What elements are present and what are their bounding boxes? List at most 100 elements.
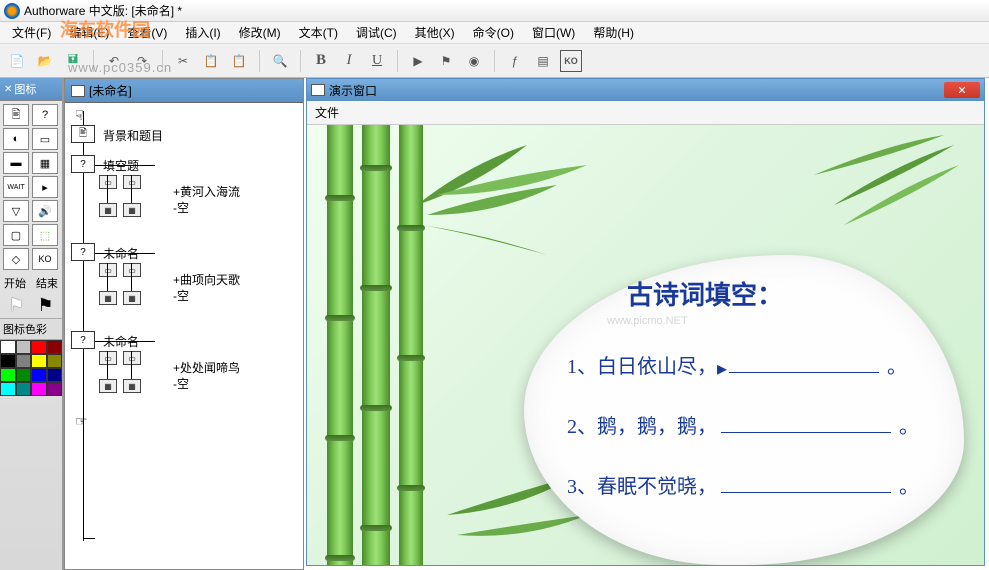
color-olive[interactable] (47, 354, 63, 368)
save-button[interactable]: 🖬 (62, 50, 84, 72)
color-gray[interactable] (16, 354, 32, 368)
present-titlebar[interactable]: 演示窗口 ✕ (307, 79, 984, 101)
color-fuchsia[interactable] (31, 382, 47, 396)
present-menu-file[interactable]: 文件 (315, 106, 339, 120)
knowledge-icon[interactable]: KO (32, 248, 58, 270)
movie-icon[interactable]: ▢ (3, 224, 29, 246)
calc-icon[interactable]: ▽ (3, 200, 29, 222)
framework-icon[interactable]: ▦ (32, 152, 58, 174)
response-icon[interactable]: ▭ (123, 263, 141, 277)
cut-button[interactable]: ✂ (172, 50, 194, 72)
node2-sub2[interactable]: -空 (173, 199, 189, 216)
sub-icon[interactable]: ▦ (123, 203, 141, 217)
color-lime[interactable] (0, 368, 16, 382)
sub-icon[interactable]: ▦ (99, 203, 117, 217)
flow-content[interactable]: ☟ 🖹 背景和题目 ? 填空题 ▭ ▭ ▦ ▦ +黄河入海流 -空 ? 未命名 … (65, 103, 303, 569)
paste-button[interactable]: 📋 (228, 50, 250, 72)
node3-sub2[interactable]: -空 (173, 287, 189, 304)
response-icon[interactable]: ▭ (123, 351, 141, 365)
hand-icon[interactable]: ☟ (75, 107, 84, 124)
display-icon[interactable]: 🖹 (3, 104, 29, 126)
func-button[interactable]: ƒ (504, 50, 526, 72)
display-node-1[interactable]: 🖹 (71, 125, 95, 143)
navigate-icon[interactable]: ▬ (3, 152, 29, 174)
response-icon[interactable]: ▭ (99, 351, 117, 365)
response-icon[interactable]: ▭ (99, 263, 117, 277)
flowchart-panel: [未命名] ☟ 🖹 背景和题目 ? 填空题 ▭ ▭ ▦ ▦ +黄河入海流 -空 … (64, 78, 304, 570)
node3-sub1[interactable]: +曲项向天歌 (173, 271, 240, 288)
color-aqua[interactable] (0, 382, 16, 396)
control-button[interactable]: ◉ (463, 50, 485, 72)
run-button[interactable]: ▶ (407, 50, 429, 72)
var-button[interactable]: ▤ (532, 50, 554, 72)
menu-edit[interactable]: 编辑(E) (61, 22, 117, 43)
hand-icon-2[interactable]: ☞ (75, 413, 88, 430)
underline-button[interactable]: U (366, 50, 388, 72)
menu-insert[interactable]: 插入(I) (177, 22, 228, 43)
color-yellow[interactable] (31, 354, 47, 368)
color-silver[interactable] (16, 340, 32, 354)
interaction-node-2[interactable]: ? (71, 155, 95, 173)
color-teal[interactable] (16, 382, 32, 396)
start-label: 开始 (4, 275, 26, 291)
menu-modify[interactable]: 修改(M) (231, 22, 289, 43)
text-cursor-icon[interactable]: ▸ (717, 356, 725, 372)
menu-text[interactable]: 文本(T) (291, 22, 346, 43)
ko-button[interactable]: KO (560, 50, 582, 72)
menu-command[interactable]: 命令(O) (465, 22, 522, 43)
blank-input-1[interactable] (729, 353, 879, 373)
menu-debug[interactable]: 调试(C) (348, 22, 405, 43)
flow-header[interactable]: [未命名] (65, 79, 303, 103)
motion-icon[interactable]: ? (32, 104, 58, 126)
wait-icon[interactable]: ▭ (32, 128, 58, 150)
italic-button[interactable]: I (338, 50, 360, 72)
menu-window[interactable]: 窗口(W) (524, 22, 583, 43)
flag-button[interactable]: ⚑ (435, 50, 457, 72)
open-button[interactable]: 📂 (34, 50, 56, 72)
color-purple[interactable] (47, 382, 63, 396)
present-canvas[interactable]: www.picmo.NET 古诗词填空： 1、 白日依山尽， ▸ 。 2、 鹅，… (307, 125, 984, 565)
sound-icon[interactable]: ⬚ (32, 224, 58, 246)
undo-button[interactable]: ↶ (103, 50, 125, 72)
start-flag-icon[interactable]: ⚑ (8, 295, 24, 316)
menu-view[interactable]: 查看(V) (119, 22, 175, 43)
decision-icon[interactable]: WAIT (3, 176, 29, 198)
erase-icon[interactable]: ◐ (3, 128, 29, 150)
end-flag-icon[interactable]: ⚑ (37, 295, 53, 316)
menu-file[interactable]: 文件(F) (4, 22, 59, 43)
node2-sub1[interactable]: +黄河入海流 (173, 183, 240, 200)
close-button[interactable]: ✕ (944, 82, 980, 98)
sub-icon[interactable]: ▦ (99, 379, 117, 393)
new-button[interactable]: 📄 (6, 50, 28, 72)
interaction-node-3[interactable]: ? (71, 243, 95, 261)
node1-label[interactable]: 背景和题目 (103, 127, 163, 144)
sub-icon[interactable]: ▦ (123, 291, 141, 305)
color-maroon[interactable] (47, 340, 63, 354)
bold-button[interactable]: B (310, 50, 332, 72)
redo-button[interactable]: ↷ (131, 50, 153, 72)
menu-help[interactable]: 帮助(H) (585, 22, 642, 43)
poem-line-1: 1、 白日依山尽， ▸ 。 (567, 350, 907, 379)
copy-button[interactable]: 📋 (200, 50, 222, 72)
interaction-icon[interactable]: ▸ (32, 176, 58, 198)
response-icon[interactable]: ▭ (99, 175, 117, 189)
sub-icon[interactable]: ▦ (123, 379, 141, 393)
map-icon[interactable]: 🔊 (32, 200, 58, 222)
blank-input-2[interactable] (721, 413, 891, 433)
color-navy[interactable] (47, 368, 63, 382)
sub-icon[interactable]: ▦ (99, 291, 117, 305)
menu-other[interactable]: 其他(X) (407, 22, 463, 43)
video-icon[interactable]: ◇ (3, 248, 29, 270)
color-green[interactable] (16, 368, 32, 382)
color-black[interactable] (0, 354, 16, 368)
interaction-node-4[interactable]: ? (71, 331, 95, 349)
color-white[interactable] (0, 340, 16, 354)
find-button[interactable]: 🔍 (269, 50, 291, 72)
response-icon[interactable]: ▭ (123, 175, 141, 189)
palette-close-icon[interactable]: ✕ (4, 84, 12, 95)
blank-input-3[interactable] (721, 473, 891, 493)
node4-sub2[interactable]: -空 (173, 375, 189, 392)
node4-sub1[interactable]: +处处闻啼鸟 (173, 359, 240, 376)
color-red[interactable] (31, 340, 47, 354)
color-blue[interactable] (31, 368, 47, 382)
